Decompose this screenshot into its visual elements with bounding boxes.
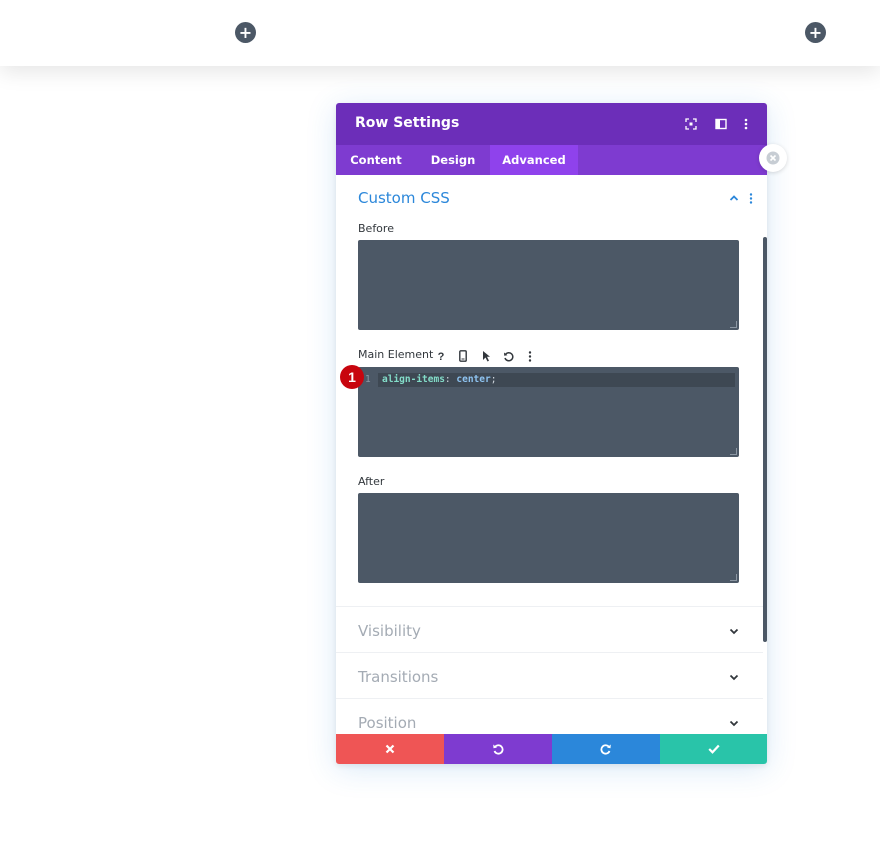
position-section-title[interactable]: Position xyxy=(358,714,416,732)
builder-top-section: + + xyxy=(0,0,880,66)
plus-icon: + xyxy=(808,22,823,42)
chevron-up-icon[interactable] xyxy=(728,192,740,204)
tab-content[interactable]: Content xyxy=(336,145,416,175)
close-icon xyxy=(385,744,395,754)
css-property: align-items xyxy=(382,374,445,385)
help-icon[interactable]: ? xyxy=(433,348,449,364)
modal-title: Row Settings xyxy=(355,115,460,131)
resize-handle[interactable] xyxy=(730,448,737,455)
svg-text:?: ? xyxy=(438,351,445,362)
save-button[interactable] xyxy=(660,734,767,764)
resize-handle[interactable] xyxy=(730,321,737,328)
section-divider xyxy=(336,652,763,653)
after-css-textarea[interactable] xyxy=(358,493,739,583)
redo-icon xyxy=(600,744,611,755)
expand-icon[interactable] xyxy=(683,116,699,132)
add-module-button-right[interactable]: + xyxy=(805,22,826,43)
chevron-down-icon[interactable] xyxy=(728,625,740,637)
section-divider xyxy=(336,606,763,607)
after-label: After xyxy=(358,475,385,488)
plus-icon: + xyxy=(238,22,253,42)
code-line[interactable]: align-items: center; xyxy=(378,373,735,387)
more-vertical-icon[interactable] xyxy=(522,348,538,364)
check-icon xyxy=(707,744,720,754)
section-options-icon[interactable] xyxy=(749,193,753,204)
transitions-section-title[interactable]: Transitions xyxy=(358,668,438,686)
tab-design[interactable]: Design xyxy=(416,145,490,175)
mobile-icon[interactable] xyxy=(455,348,471,364)
css-terminator: ; xyxy=(490,374,497,385)
hover-cursor-icon[interactable] xyxy=(478,348,494,364)
main-element-css-editor[interactable]: 1 align-items: center; xyxy=(358,367,739,457)
tab-advanced[interactable]: Advanced xyxy=(490,145,578,175)
css-value: center xyxy=(456,374,491,385)
resize-handle[interactable] xyxy=(730,574,737,581)
chevron-down-icon[interactable] xyxy=(728,671,740,683)
redo-button[interactable] xyxy=(552,734,660,764)
add-module-button[interactable]: + xyxy=(235,22,256,43)
sidebar-toggle-icon[interactable] xyxy=(713,116,729,132)
before-css-textarea[interactable] xyxy=(358,240,739,330)
cancel-button[interactable] xyxy=(336,734,444,764)
before-label: Before xyxy=(358,222,394,235)
chevron-down-icon[interactable] xyxy=(728,717,740,729)
visibility-section-title[interactable]: Visibility xyxy=(358,622,421,640)
undo-icon xyxy=(493,744,504,755)
modal-tabs: Content Design Advanced xyxy=(336,145,767,175)
custom-css-title[interactable]: Custom CSS xyxy=(358,189,450,207)
css-separator: : xyxy=(444,374,457,385)
row-settings-modal: Row Settings Content Design Advanced Cus… xyxy=(336,103,787,764)
floating-close-button[interactable] xyxy=(759,144,787,172)
line-number: 1 xyxy=(365,374,371,385)
modal-header: Row Settings xyxy=(336,103,767,145)
main-element-label: Main Element xyxy=(358,348,434,361)
step-badge: 1 xyxy=(340,365,364,389)
modal-scrollbar[interactable] xyxy=(763,237,767,642)
close-icon xyxy=(766,151,780,165)
reset-icon[interactable] xyxy=(500,348,516,364)
section-divider xyxy=(336,698,763,699)
undo-button[interactable] xyxy=(444,734,552,764)
more-vertical-icon[interactable] xyxy=(738,116,754,132)
